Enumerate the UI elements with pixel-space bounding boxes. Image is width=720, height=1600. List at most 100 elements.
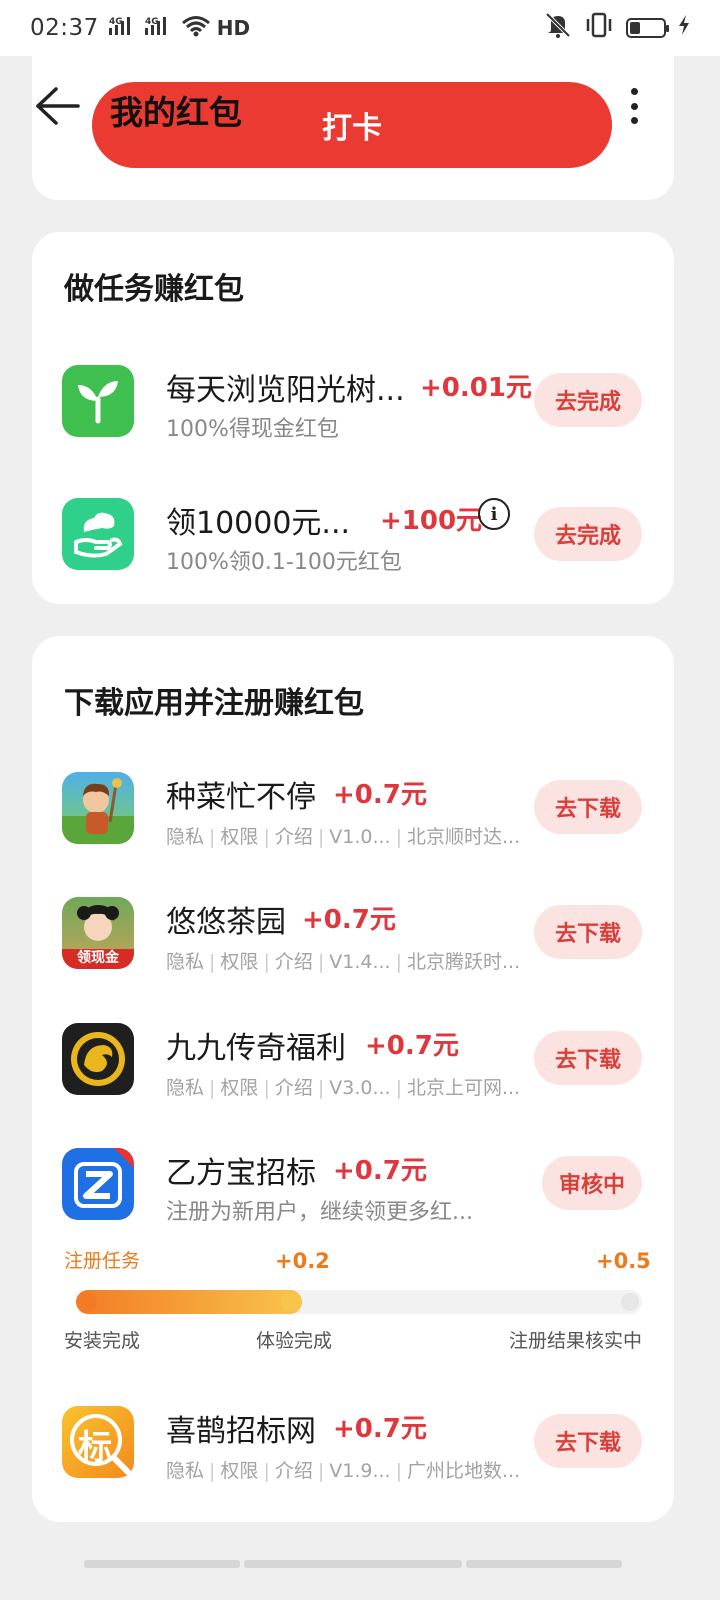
farm-game-icon <box>62 772 134 844</box>
icon-text: 标 <box>78 1428 112 1468</box>
intro-link[interactable]: 介绍 <box>275 951 313 973</box>
download-button[interactable]: 去下载 <box>534 780 642 834</box>
list-item: 乙方宝招标 +0.7元 注册为新用户，继续领更多红... 审核中 <box>32 1148 674 1238</box>
progress-fill <box>76 1290 303 1314</box>
app-version: V1.4... <box>329 951 391 973</box>
bottom-tab-hint <box>466 1560 622 1568</box>
status-bar: 02:37 4G 4G HD <box>0 0 720 56</box>
task-reward: +100元 <box>380 506 483 536</box>
progress-step-install: 安装完成 <box>64 1330 141 1352</box>
more-vertical-icon[interactable] <box>624 88 644 124</box>
app-title: 乙方宝招标 <box>166 1156 316 1191</box>
under-review-button[interactable]: 审核中 <box>542 1156 642 1210</box>
back-arrow-icon[interactable] <box>34 86 80 126</box>
list-item: 每天浏览阳光树... +0.01元 100%得现金红包 去完成 <box>32 365 674 455</box>
app-version: V3.0... <box>329 1077 391 1099</box>
battery-icon <box>626 18 669 38</box>
progress-step-verify: 注册结果核实中 <box>508 1330 642 1352</box>
app-reward: +0.7元 <box>302 905 396 935</box>
signal-icon: 4G <box>144 15 175 41</box>
tasks-card: 做任务赚红包 每天浏览阳光树... +0.01元 100%得现金红包 去完成 领… <box>32 232 674 604</box>
app-reward: +0.7元 <box>365 1031 459 1061</box>
progress-mid-reward: +0.2 <box>275 1249 330 1273</box>
app-developer: 北京腾跃时... <box>407 951 521 973</box>
app-version: V1.0... <box>329 826 391 848</box>
progress-end-reward: +0.5 <box>596 1249 651 1273</box>
app-meta: 隐私 | 权限 | 介绍 | V3.0... | 北京上可网... <box>166 1077 521 1099</box>
info-icon-label: i <box>490 503 498 525</box>
list-item: 种菜忙不停 +0.7元 隐私 | 权限 | 介绍 | V1.0... | 北京顺时达... 去下… <box>32 772 674 862</box>
list-item: 标 喜鹊招标网 +0.7元 隐私 | 权限 | 介绍 | V1.9... | 广州比地数... … <box>32 1406 674 1496</box>
app-developer: 北京上可网... <box>407 1077 521 1099</box>
privacy-link[interactable]: 隐私 <box>166 951 204 973</box>
task-title: 领10000元... <box>166 506 351 541</box>
progress-task-label: 注册任务 <box>64 1250 141 1272</box>
tea-garden-icon: 领现金 <box>62 897 134 969</box>
privacy-link[interactable]: 隐私 <box>166 826 204 848</box>
apps-section-title: 下载应用并注册赚红包 <box>64 686 364 721</box>
mute-icon <box>544 12 572 44</box>
list-item: 领现金 悠悠茶园 +0.7元 隐私 | 权限 | 介绍 | V1.4... | 北京腾跃时...… <box>32 897 674 987</box>
download-button[interactable]: 去下载 <box>534 905 642 959</box>
app-title: 喜鹊招标网 <box>166 1414 316 1449</box>
progress-dot-install <box>79 1293 97 1311</box>
checkin-label: 打卡 <box>322 111 382 146</box>
intro-link[interactable]: 介绍 <box>275 1460 313 1482</box>
bid-logo-icon: 标 <box>62 1406 134 1478</box>
list-item: 九九传奇福利 +0.7元 隐私 | 权限 | 介绍 | V3.0... | 北京上可网... 去… <box>32 1023 674 1113</box>
download-button[interactable]: 去下载 <box>534 1031 642 1085</box>
download-label: 去下载 <box>554 797 621 822</box>
complete-task-button[interactable]: 去完成 <box>534 507 642 561</box>
app-developer: 北京顺时达... <box>407 826 521 848</box>
hand-cloud-icon <box>62 498 134 570</box>
download-label: 去下载 <box>554 922 621 947</box>
privacy-link[interactable]: 隐私 <box>166 1077 204 1099</box>
permissions-link[interactable]: 权限 <box>220 1460 258 1482</box>
status-right-icons <box>544 12 690 44</box>
privacy-link[interactable]: 隐私 <box>166 1460 204 1482</box>
task-subtitle: 100%领0.1-100元红包 <box>166 550 402 575</box>
intro-link[interactable]: 介绍 <box>275 1077 313 1099</box>
app-meta: 隐私 | 权限 | 介绍 | V1.9... | 广州比地数... <box>166 1460 521 1482</box>
signal-icon: 4G <box>108 15 139 41</box>
permissions-link[interactable]: 权限 <box>220 826 258 848</box>
complete-task-label: 去完成 <box>554 390 621 415</box>
app-title: 九九传奇福利 <box>166 1031 346 1066</box>
wifi-icon <box>181 15 211 41</box>
page-title: 我的红包 <box>110 93 242 132</box>
download-button[interactable]: 去下载 <box>534 1414 642 1468</box>
sprout-icon <box>62 365 134 437</box>
apps-card: 下载应用并注册赚红包 种菜忙不停 +0.7元 隐私 | 权限 | 介绍 | V1.0... |… <box>32 636 674 1522</box>
dragon-coin-icon <box>62 1023 134 1095</box>
bottom-tab-hint <box>244 1560 462 1568</box>
app-meta: 隐私 | 权限 | 介绍 | V1.4... | 北京腾跃时... <box>166 951 521 973</box>
hd-label: HD <box>216 16 251 40</box>
vibrate-icon <box>584 12 614 44</box>
z-logo-icon <box>62 1148 134 1220</box>
task-reward: +0.01元 <box>420 373 532 403</box>
app-reward: +0.7元 <box>333 1156 427 1186</box>
app-version: V1.9... <box>329 1460 391 1482</box>
app-meta: 隐私 | 权限 | 介绍 | V1.0... | 北京顺时达... <box>166 826 521 848</box>
intro-link[interactable]: 介绍 <box>275 826 313 848</box>
icon-badge: 领现金 <box>77 950 119 966</box>
app-title: 种菜忙不停 <box>166 780 316 815</box>
permissions-link[interactable]: 权限 <box>220 951 258 973</box>
info-icon[interactable]: i <box>478 498 510 530</box>
progress-step-experience: 体验完成 <box>256 1330 333 1352</box>
progress-track <box>76 1290 642 1314</box>
status-left-icons: 4G 4G HD <box>108 15 251 41</box>
download-label: 去下载 <box>554 1431 621 1456</box>
progress-dot-register <box>621 1293 639 1311</box>
list-item: 领10000元... +100元 i 100%领0.1-100元红包 去完成 <box>32 498 674 588</box>
status-time: 02:37 <box>30 15 99 41</box>
complete-task-label: 去完成 <box>554 524 621 549</box>
app-reward: +0.7元 <box>333 1414 427 1444</box>
app-reward: +0.7元 <box>333 780 427 810</box>
app-developer: 广州比地数... <box>407 1460 521 1482</box>
charging-icon <box>678 15 690 41</box>
complete-task-button[interactable]: 去完成 <box>534 373 642 427</box>
app-title: 悠悠茶园 <box>166 905 286 940</box>
permissions-link[interactable]: 权限 <box>220 1077 258 1099</box>
task-title: 每天浏览阳光树... <box>166 373 405 408</box>
